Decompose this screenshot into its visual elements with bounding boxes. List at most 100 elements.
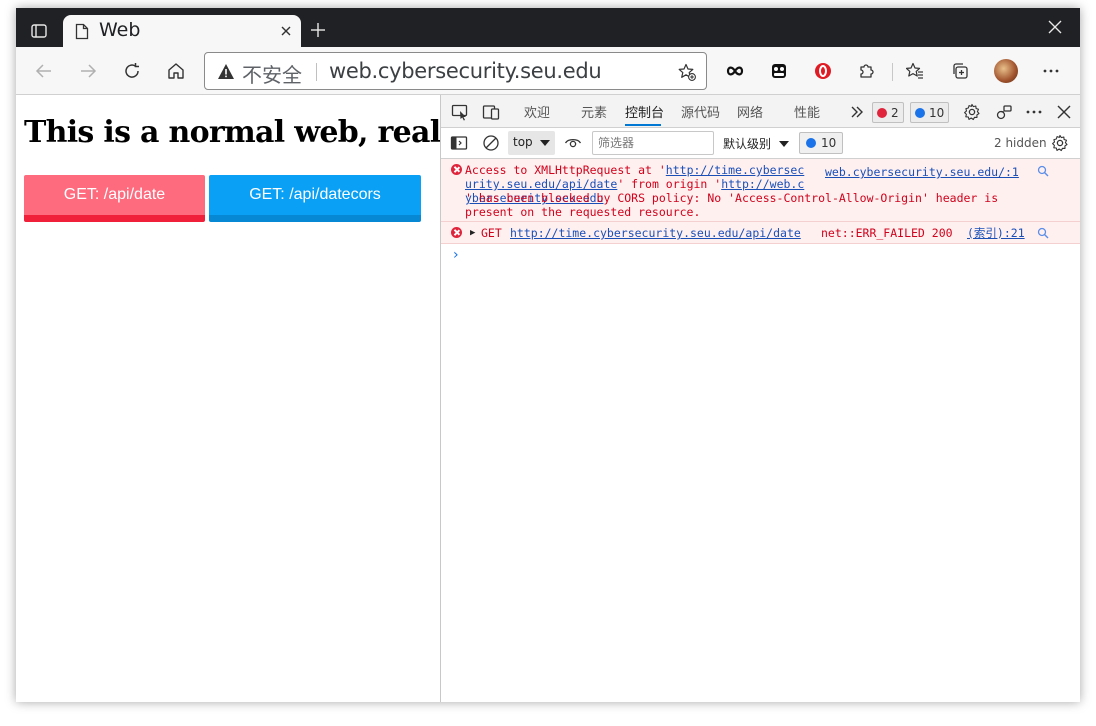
- web-page: This is a normal web, really. GET: /api/…: [16, 95, 475, 702]
- request-url-link[interactable]: http://time.cybersec: [666, 163, 804, 177]
- back-arrow-icon: [35, 64, 51, 78]
- tampermonkey-icon: [772, 64, 786, 78]
- close-devtools-button[interactable]: [1054, 102, 1074, 122]
- close-window-icon[interactable]: [1048, 20, 1062, 34]
- search-icon[interactable]: [1037, 227, 1049, 239]
- more-icon: [1043, 69, 1059, 73]
- security-label[interactable]: 不安全: [242, 59, 302, 88]
- devtools-settings-button[interactable]: [962, 102, 982, 122]
- tab-title: Web: [99, 19, 141, 41]
- message-dot-icon: [806, 138, 816, 148]
- puzzle-icon: [860, 64, 874, 78]
- level-dropdown-icon[interactable]: [779, 141, 789, 147]
- gear-icon: [964, 103, 980, 121]
- context-label: top: [513, 135, 533, 149]
- extension-opera[interactable]: [812, 60, 834, 82]
- search-icon[interactable]: [1037, 165, 1049, 177]
- cors-error-detail: ' has been blocked by CORS policy: No 'A…: [465, 191, 999, 219]
- tab-welcome[interactable]: 欢迎: [524, 102, 550, 121]
- extension-infinity[interactable]: [724, 60, 746, 82]
- console-settings-button[interactable]: [1050, 133, 1070, 153]
- get-datecors-button[interactable]: GET: /api/datecors: [209, 175, 421, 222]
- tab-actions-icon[interactable]: [30, 22, 48, 40]
- more-icon: [1026, 110, 1042, 114]
- console-output: Access to XMLHttpRequest at 'http://time…: [441, 159, 1080, 263]
- source-index-link[interactable]: (索引):21: [967, 226, 1025, 240]
- active-tab-indicator: [625, 124, 661, 126]
- log-level-selector[interactable]: 默认级别: [723, 135, 771, 152]
- error-icon: [451, 227, 462, 238]
- extension-block[interactable]: [768, 60, 790, 82]
- infinity-icon: [726, 66, 744, 76]
- dropdown-arrow-icon: [540, 140, 550, 146]
- browser-tab[interactable]: Web: [63, 15, 301, 47]
- request-status: net::ERR_FAILED 200: [821, 226, 953, 240]
- chevron-double-right-icon: [851, 106, 863, 118]
- get-date-button[interactable]: GET: /api/date: [24, 175, 205, 222]
- address-separator: [316, 63, 317, 81]
- inspect-element-button[interactable]: [450, 102, 470, 122]
- extensions-button[interactable]: [856, 60, 878, 82]
- customize-button[interactable]: [994, 102, 1014, 122]
- back-button[interactable]: [32, 59, 56, 83]
- message-count: 10: [821, 136, 837, 150]
- error-dot-icon: [877, 107, 887, 118]
- add-favorite-icon[interactable]: [678, 63, 696, 81]
- devtools-tab-bar: 欢迎 元素 控制台 源代码 网络 性能 2 10: [441, 95, 1080, 128]
- origin-link[interactable]: http://web.c: [721, 177, 804, 191]
- context-selector[interactable]: top: [508, 131, 555, 155]
- error-source-link[interactable]: web.cybersecurity.seu.edu/:1: [825, 165, 1019, 179]
- url-text[interactable]: web.cybersecurity.seu.edu: [329, 59, 602, 83]
- profile-avatar[interactable]: [994, 59, 1018, 83]
- gear-icon: [1052, 134, 1068, 152]
- title-bar: Web: [16, 8, 1080, 47]
- console-filter-input[interactable]: [592, 131, 714, 155]
- refresh-button[interactable]: [120, 59, 144, 83]
- page-heading: This is a normal web, really.: [24, 115, 475, 150]
- forward-arrow-icon: [81, 64, 97, 78]
- browser-toolbar: 不安全 web.cybersecurity.seu.edu: [16, 47, 1080, 95]
- tab-console[interactable]: 控制台: [625, 102, 664, 121]
- error-count: 2: [891, 105, 899, 120]
- address-bar[interactable]: 不安全 web.cybersecurity.seu.edu: [204, 52, 707, 90]
- request-url-link-cont[interactable]: urity.seu.edu/api/date: [465, 177, 617, 191]
- device-emulation-button[interactable]: [481, 102, 501, 122]
- favorites-button[interactable]: [904, 60, 926, 82]
- eye-icon: [564, 138, 582, 148]
- sidebar-icon: [450, 136, 468, 150]
- tab-network[interactable]: 网络: [737, 102, 763, 121]
- page-icon: [75, 23, 89, 40]
- collections-button[interactable]: [949, 60, 971, 82]
- devtools-more-button[interactable]: [1024, 102, 1044, 122]
- adblock-icon: [815, 63, 831, 79]
- refresh-icon: [125, 63, 139, 78]
- settings-menu-button[interactable]: [1040, 60, 1062, 82]
- tab-elements[interactable]: 元素: [581, 102, 607, 121]
- console-prompt-icon[interactable]: ›: [453, 247, 459, 263]
- hidden-count: 2 hidden: [994, 136, 1047, 150]
- info-count: 10: [929, 105, 945, 120]
- request-url[interactable]: http://time.cybersecurity.seu.edu/api/da…: [510, 226, 801, 240]
- live-expression-button[interactable]: [563, 133, 583, 153]
- info-count-badge[interactable]: 10: [910, 102, 950, 123]
- tab-sources[interactable]: 源代码: [681, 102, 720, 121]
- close-tab-icon[interactable]: [279, 24, 293, 38]
- clear-console-button[interactable]: [481, 133, 501, 153]
- toolbar-separator: [892, 63, 893, 81]
- console-error-get: ▶ GET http://time.cybersecurity.seu.edu/…: [441, 222, 1080, 244]
- warning-icon[interactable]: [217, 63, 235, 80]
- error-count-badge[interactable]: 2: [872, 102, 904, 123]
- error-icon: [451, 164, 462, 175]
- tab-performance[interactable]: 性能: [794, 102, 820, 121]
- message-count-badge[interactable]: 10: [799, 132, 844, 154]
- customize-icon: [996, 105, 1012, 120]
- home-button[interactable]: [164, 59, 188, 83]
- more-tabs-button[interactable]: [847, 102, 867, 122]
- collections-icon: [953, 63, 968, 79]
- console-toolbar: top 默认级别 10 2 hidden: [441, 128, 1080, 159]
- expand-triangle-icon[interactable]: ▶: [470, 226, 475, 240]
- sidebar-toggle-button[interactable]: [449, 133, 469, 153]
- browser-window: Web 不安全 web.cybersecurity.seu.edu This i…: [16, 8, 1080, 702]
- new-tab-icon[interactable]: [310, 22, 326, 38]
- forward-button[interactable]: [76, 59, 100, 83]
